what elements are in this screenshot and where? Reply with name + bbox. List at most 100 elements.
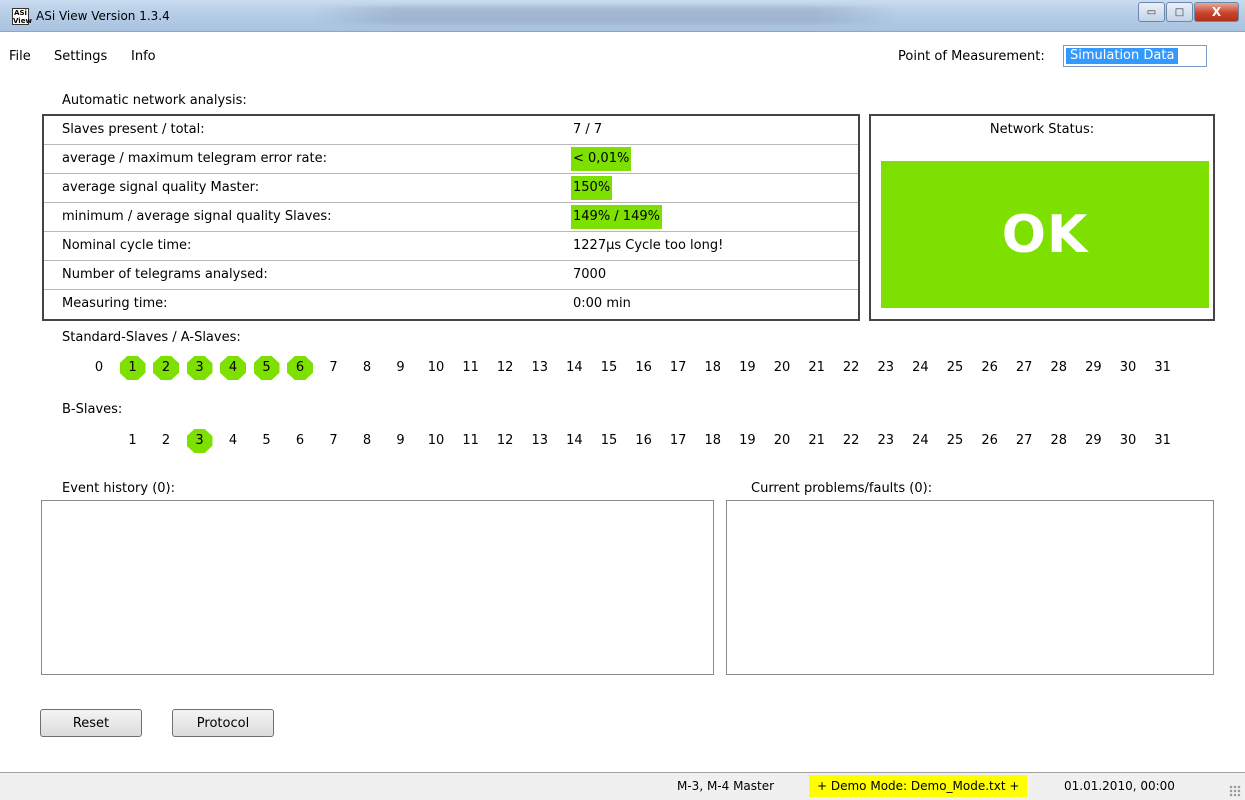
slave-inactive[interactable]: 12 (492, 429, 518, 453)
analysis-row: minimum / average signal quality Slaves:… (44, 203, 858, 232)
analysis-row-value: 0:00 min (573, 296, 631, 311)
analysis-row: Slaves present / total: 7 / 7 (44, 116, 858, 145)
slave-inactive[interactable]: 21 (804, 356, 830, 380)
slave-inactive[interactable]: 11 (458, 429, 484, 453)
analysis-row: Number of telegrams analysed: 7000 (44, 261, 858, 290)
slave-inactive[interactable]: 23 (873, 429, 899, 453)
slave-inactive[interactable]: 17 (665, 356, 691, 380)
slave-active[interactable]: 4 (220, 356, 246, 380)
status-bar: M-3, M-4 Master + Demo Mode: Demo_Mode.t… (0, 772, 1245, 800)
slave-inactive[interactable]: 9 (388, 356, 414, 380)
slave-inactive[interactable]: 4 (220, 429, 246, 453)
analysis-row-label: Measuring time: (62, 296, 168, 311)
slave-inactive[interactable]: 8 (354, 429, 380, 453)
slave-inactive[interactable]: 31 (1150, 429, 1176, 453)
network-status-panel: Network Status: OK (869, 114, 1215, 321)
slave-inactive[interactable]: 26 (977, 429, 1003, 453)
analysis-row-label: minimum / average signal quality Slaves: (62, 209, 332, 224)
protocol-button[interactable]: Protocol (172, 709, 274, 737)
menu-file[interactable]: File (9, 49, 31, 64)
analysis-row: Measuring time: 0:00 min (44, 290, 858, 319)
slave-inactive[interactable]: 24 (907, 429, 933, 453)
slave-inactive[interactable]: 29 (1080, 429, 1106, 453)
slave-active[interactable]: 2 (153, 356, 179, 380)
slave-inactive[interactable]: 1 (120, 429, 146, 453)
slave-inactive[interactable]: 18 (700, 429, 726, 453)
analysis-row-value: 150% (571, 176, 613, 200)
slave-inactive[interactable]: 15 (596, 356, 622, 380)
slave-inactive[interactable]: 27 (1011, 356, 1037, 380)
maximize-button[interactable]: □ (1166, 2, 1193, 22)
a-slaves-heading: Standard-Slaves / A-Slaves: (62, 330, 241, 345)
current-problems-list[interactable] (726, 500, 1214, 675)
slave-inactive[interactable]: 19 (734, 356, 760, 380)
slave-inactive[interactable]: 14 (561, 429, 587, 453)
event-history-list[interactable] (41, 500, 714, 675)
slave-inactive[interactable]: 29 (1080, 356, 1106, 380)
b-slaves-heading: B-Slaves: (62, 402, 123, 417)
slave-inactive[interactable]: 26 (977, 356, 1003, 380)
analysis-row-label: Slaves present / total: (62, 122, 205, 137)
slave-inactive[interactable]: 10 (423, 429, 449, 453)
slave-inactive[interactable]: 9 (388, 429, 414, 453)
analysis-row-value: 7 / 7 (573, 122, 603, 137)
slave-inactive[interactable]: 20 (769, 356, 795, 380)
slave-inactive[interactable]: 7 (321, 429, 347, 453)
point-of-measurement-field[interactable]: Simulation Data (1063, 45, 1207, 67)
slave-inactive[interactable]: 10 (423, 356, 449, 380)
slave-inactive[interactable]: 8 (354, 356, 380, 380)
analysis-row-label: average / maximum telegram error rate: (62, 151, 327, 166)
slave-inactive[interactable]: 14 (561, 356, 587, 380)
slave-inactive[interactable]: 2 (153, 429, 179, 453)
slave-inactive[interactable]: 23 (873, 356, 899, 380)
network-status-label: Network Status: (989, 122, 1095, 137)
slave-inactive[interactable]: 18 (700, 356, 726, 380)
slave-active[interactable]: 6 (287, 356, 313, 380)
slave-inactive[interactable]: 22 (838, 356, 864, 380)
slave-inactive[interactable]: 22 (838, 429, 864, 453)
slave-active[interactable]: 3 (186, 429, 213, 453)
slave-inactive[interactable]: 0 (86, 356, 112, 380)
point-of-measurement-value: Simulation Data (1066, 48, 1179, 64)
blurred-background-title (310, 6, 900, 24)
slave-inactive[interactable]: 28 (1046, 356, 1072, 380)
menu-settings[interactable]: Settings (54, 49, 107, 64)
slave-inactive[interactable]: 11 (458, 356, 484, 380)
slave-active[interactable]: 3 (186, 356, 213, 380)
slave-inactive[interactable]: 30 (1115, 356, 1141, 380)
slave-inactive[interactable]: 15 (596, 429, 622, 453)
slave-inactive[interactable]: 27 (1011, 429, 1037, 453)
slave-inactive[interactable]: 20 (769, 429, 795, 453)
resize-grip-icon[interactable] (1229, 785, 1241, 797)
window-title: ASi View Version 1.3.4 (36, 9, 170, 23)
analysis-row: average signal quality Master: 150% (44, 174, 858, 203)
slave-inactive[interactable]: 25 (942, 429, 968, 453)
slave-inactive[interactable]: 28 (1046, 429, 1072, 453)
slave-active[interactable]: 1 (119, 356, 146, 380)
slave-inactive[interactable]: 19 (734, 429, 760, 453)
menu-info[interactable]: Info (131, 49, 156, 64)
close-button[interactable]: X (1194, 2, 1239, 22)
slave-inactive[interactable]: 5 (254, 429, 280, 453)
slave-inactive[interactable]: 6 (287, 429, 313, 453)
slave-inactive[interactable]: 17 (665, 429, 691, 453)
slave-inactive[interactable]: 25 (942, 356, 968, 380)
minimize-button[interactable]: ▭ (1138, 2, 1165, 22)
slave-inactive[interactable]: 21 (804, 429, 830, 453)
slave-inactive[interactable]: 13 (527, 429, 553, 453)
reset-button[interactable]: Reset (40, 709, 142, 737)
status-master: M-3, M-4 Master (677, 779, 775, 793)
slave-inactive[interactable]: 16 (631, 356, 657, 380)
slave-inactive[interactable]: 16 (631, 429, 657, 453)
slave-inactive[interactable]: 13 (527, 356, 553, 380)
slave-inactive[interactable]: 30 (1115, 429, 1141, 453)
analysis-row: Nominal cycle time: 1227µs Cycle too long… (44, 232, 858, 261)
slave-inactive[interactable]: 12 (492, 356, 518, 380)
slave-inactive[interactable]: 7 (321, 356, 347, 380)
slave-inactive[interactable]: 31 (1150, 356, 1176, 380)
app-logo-icon: ASi View (12, 8, 32, 25)
analysis-row: average / maximum telegram error rate: < … (44, 145, 858, 174)
slave-active[interactable]: 5 (253, 356, 280, 380)
title-bar: ASi View ASi View Version 1.3.4 ▭ □ X (0, 0, 1245, 32)
slave-inactive[interactable]: 24 (907, 356, 933, 380)
